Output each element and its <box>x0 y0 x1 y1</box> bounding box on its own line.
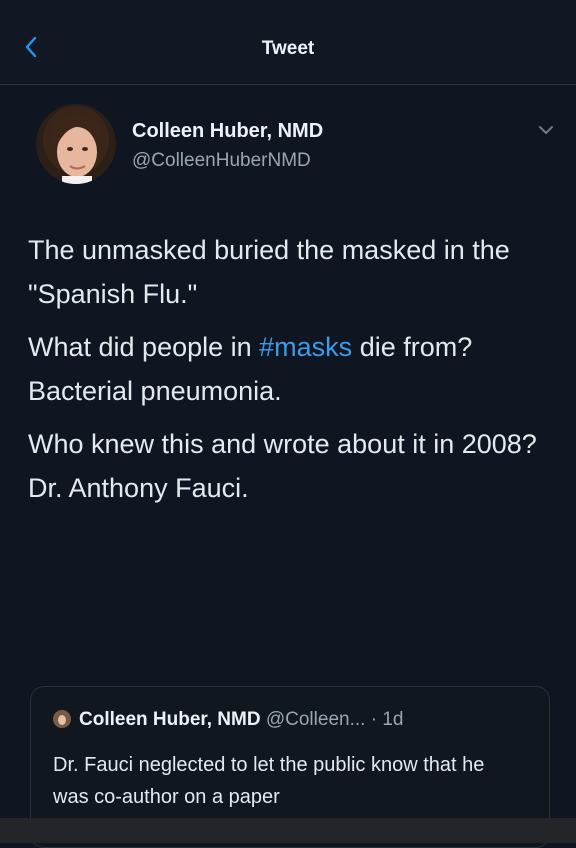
author-name[interactable]: Colleen Huber, NMD <box>132 120 323 143</box>
tweet-paragraph: What did people in #masks die from? <box>28 325 558 369</box>
quoted-author-name: Colleen Huber, NMD <box>79 709 261 730</box>
quoted-tweet-text: Dr. Fauci neglected to let the public kn… <box>53 754 485 808</box>
tweet-text-segment: die from? <box>352 332 473 362</box>
chevron-down-icon <box>539 126 553 134</box>
tweet-menu-button[interactable] <box>536 120 556 140</box>
page-title: Tweet <box>261 38 315 59</box>
tweet-author: Colleen Huber, NMD @ColleenHuberNMD <box>36 104 556 194</box>
tweet-paragraph: Who knew this and wrote about it in 2008… <box>28 429 537 459</box>
quoted-timestamp: 1d <box>382 709 404 730</box>
avatar-image <box>36 104 116 184</box>
quoted-tweet-header: Colleen Huber, NMD @Colleen... · 1d <box>53 709 403 731</box>
tweet-text-segment: What did people in <box>28 332 260 362</box>
tweet-paragraph: Dr. Anthony Fauci. <box>28 473 249 503</box>
author-handle[interactable]: @ColleenHuberNMD <box>132 150 311 172</box>
avatar[interactable] <box>36 104 116 184</box>
top-bar: Tweet <box>0 0 576 85</box>
bottom-strip <box>0 818 576 843</box>
quoted-avatar <box>53 710 71 728</box>
tweet-paragraph: The unmasked buried the masked in the "S… <box>28 235 510 309</box>
tweet-text: The unmasked buried the masked in the "S… <box>28 228 558 510</box>
separator: · <box>365 709 383 730</box>
tweet-paragraph: Bacterial pneumonia. <box>28 376 282 406</box>
quoted-author-handle: @Colleen... <box>265 709 366 730</box>
hashtag-link[interactable]: #masks <box>259 332 352 362</box>
